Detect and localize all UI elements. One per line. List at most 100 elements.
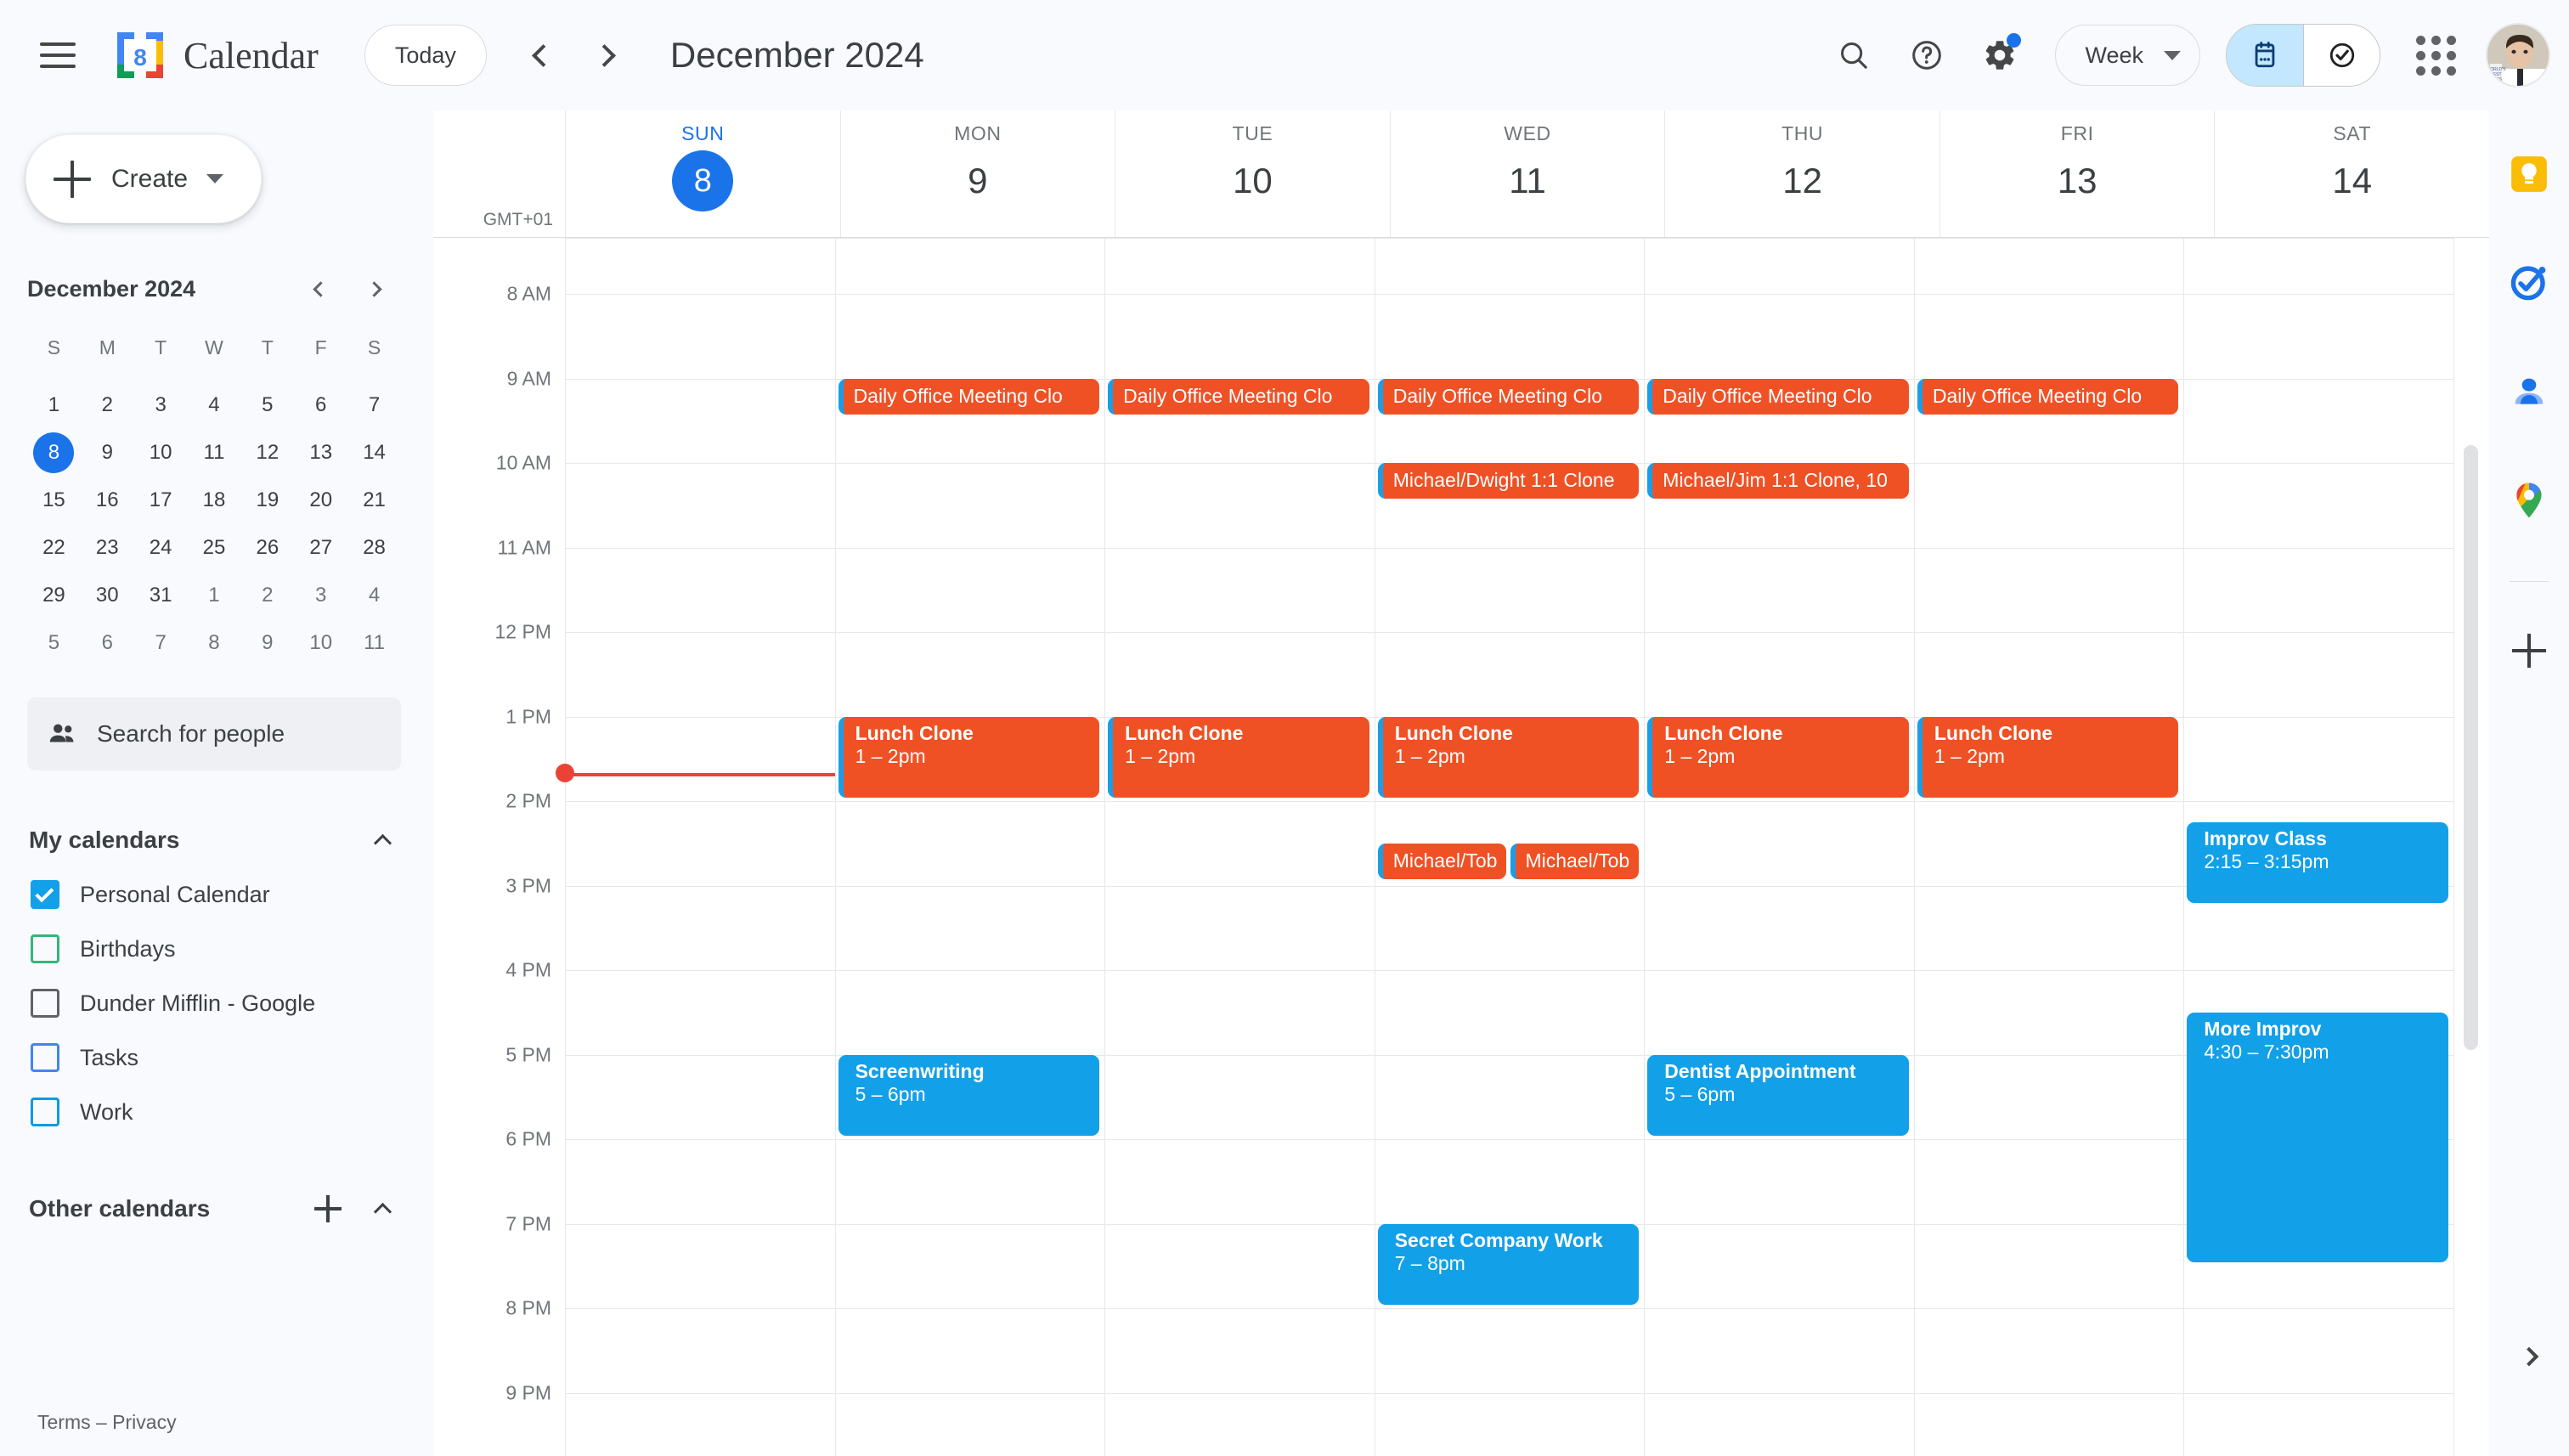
day-header[interactable]: WED11 [1390,110,1665,237]
calendar-event[interactable]: Lunch Clone1 – 2pm [1917,717,2179,799]
mini-calendar-day[interactable]: 15 [27,477,81,524]
mini-calendar-day[interactable]: 2 [81,381,134,429]
calendar-checkbox[interactable] [31,880,59,909]
settings-button[interactable] [1963,19,2036,92]
mini-calendar-day[interactable]: 11 [347,619,401,667]
mini-calendar-day[interactable]: 6 [294,381,347,429]
calendar-event[interactable]: Lunch Clone1 – 2pm [1378,717,1640,799]
calendar-event[interactable]: Daily Office Meeting Clo [838,379,1100,415]
calendar-checkbox[interactable] [31,1043,59,1072]
mini-calendar-day[interactable]: 1 [27,381,81,429]
add-other-calendar-button[interactable] [304,1185,352,1233]
search-button[interactable] [1817,19,1890,92]
calendar-logo-icon[interactable]: 8 [114,29,167,82]
mini-calendar-day[interactable]: 26 [240,524,294,572]
help-button[interactable] [1890,19,1963,92]
today-button[interactable]: Today [364,25,487,86]
search-people-input[interactable]: Search for people [27,697,401,770]
mini-calendar-day[interactable]: 8 [188,619,241,667]
mini-calendar-day[interactable]: 25 [188,524,241,572]
mini-calendar-day[interactable]: 11 [188,429,241,477]
mini-calendar-day[interactable]: 3 [294,572,347,619]
calendar-event[interactable]: Secret Company Work7 – 8pm [1378,1224,1640,1306]
mini-calendar-day[interactable]: 2 [240,572,294,619]
calendar-event[interactable]: Michael/Dwight 1:1 Clone [1378,463,1640,499]
calendar-event[interactable]: Daily Office Meeting Clo [1108,379,1369,415]
mini-calendar-day[interactable]: 8 [27,429,81,477]
sidebar-calendar-item[interactable]: Tasks [31,1030,406,1085]
google-apps-icon[interactable] [2399,19,2472,92]
mini-calendar-day[interactable]: 6 [81,619,134,667]
calendar-event[interactable]: Daily Office Meeting Clo [1917,379,2179,415]
mini-calendar-day[interactable]: 7 [134,619,188,667]
footer-links[interactable]: Terms – Privacy [37,1411,177,1434]
day-header[interactable]: TUE10 [1115,110,1390,237]
other-calendars-header[interactable]: Other calendars [24,1182,406,1236]
google-keep-icon[interactable] [2498,143,2561,206]
calendar-checkbox[interactable] [31,1098,59,1126]
calendar-checkbox[interactable] [31,989,59,1018]
mini-calendar-day[interactable]: 16 [81,477,134,524]
sidebar-calendar-item[interactable]: Dunder Mifflin - Google [31,976,406,1030]
mini-calendar-day[interactable]: 12 [240,429,294,477]
google-contacts-icon[interactable] [2498,360,2561,423]
calendar-event[interactable]: Lunch Clone1 – 2pm [1108,717,1369,799]
day-header[interactable]: THU12 [1664,110,1939,237]
mini-calendar-day[interactable]: 27 [294,524,347,572]
calendar-event[interactable]: Lunch Clone1 – 2pm [838,717,1100,799]
mini-calendar-day[interactable]: 9 [81,429,134,477]
mini-calendar-day[interactable]: 10 [134,429,188,477]
mini-calendar-day[interactable]: 28 [347,524,401,572]
google-tasks-icon[interactable] [2498,251,2561,314]
create-button[interactable]: Create [25,134,262,223]
mini-calendar-day[interactable]: 19 [240,477,294,524]
calendar-checkbox[interactable] [31,934,59,963]
main-menu-icon[interactable] [19,16,97,94]
mini-calendar-day[interactable]: 1 [188,572,241,619]
day-header[interactable]: MON9 [840,110,1115,237]
calendar-event[interactable]: Screenwriting5 – 6pm [838,1055,1100,1137]
other-calendars-collapse-button[interactable] [359,1185,406,1233]
mini-calendar-day[interactable]: 22 [27,524,81,572]
mini-calendar-day[interactable]: 7 [347,381,401,429]
mini-calendar-day[interactable]: 4 [188,381,241,429]
google-maps-icon[interactable] [2498,469,2561,532]
add-side-panel-app-button[interactable] [2498,619,2561,682]
mini-calendar-day[interactable]: 5 [240,381,294,429]
day-header[interactable]: SUN8 [565,110,840,237]
calendar-event[interactable]: Improv Class2:15 – 3:15pm [2187,822,2448,904]
mini-calendar-day[interactable]: 24 [134,524,188,572]
calendar-mode-button[interactable] [2227,25,2303,86]
sidebar-calendar-item[interactable]: Birthdays [31,922,406,976]
calendar-event[interactable]: Dentist Appointment5 – 6pm [1647,1055,1909,1137]
day-header[interactable]: SAT14 [2214,110,2489,237]
mini-calendar-day[interactable]: 29 [27,572,81,619]
next-period-button[interactable] [577,25,638,86]
calendar-event[interactable]: Michael/Tob [1378,844,1507,879]
my-calendars-collapse-button[interactable] [359,816,406,864]
mini-calendar-day[interactable]: 20 [294,477,347,524]
mini-calendar-day[interactable]: 30 [81,572,134,619]
mini-calendar-day[interactable]: 13 [294,429,347,477]
sidebar-calendar-item[interactable]: Personal Calendar [31,867,406,922]
mini-calendar-day[interactable]: 23 [81,524,134,572]
view-mode-select[interactable]: Week [2055,25,2200,86]
tasks-mode-button[interactable] [2303,25,2380,86]
previous-period-button[interactable] [511,25,572,86]
mini-calendar-next-button[interactable] [352,264,401,313]
vertical-scrollbar[interactable] [2464,445,2478,1050]
mini-calendar-day[interactable]: 21 [347,477,401,524]
mini-calendar-day[interactable]: 3 [134,381,188,429]
mini-calendar-prev-button[interactable] [294,264,343,313]
calendar-event[interactable]: Lunch Clone1 – 2pm [1647,717,1909,799]
mini-calendar-day[interactable]: 4 [347,572,401,619]
sidebar-calendar-item[interactable]: Work [31,1085,406,1139]
avatar[interactable]: WORLD'S BEST BOSS [2486,23,2550,87]
calendar-event[interactable]: Daily Office Meeting Clo [1647,379,1909,415]
mini-calendar-day[interactable]: 10 [294,619,347,667]
mini-calendar-day[interactable]: 17 [134,477,188,524]
calendar-event[interactable]: More Improv4:30 – 7:30pm [2187,1013,2448,1263]
mini-calendar-day[interactable]: 5 [27,619,81,667]
mini-calendar-day[interactable]: 31 [134,572,188,619]
mini-calendar-day[interactable]: 14 [347,429,401,477]
